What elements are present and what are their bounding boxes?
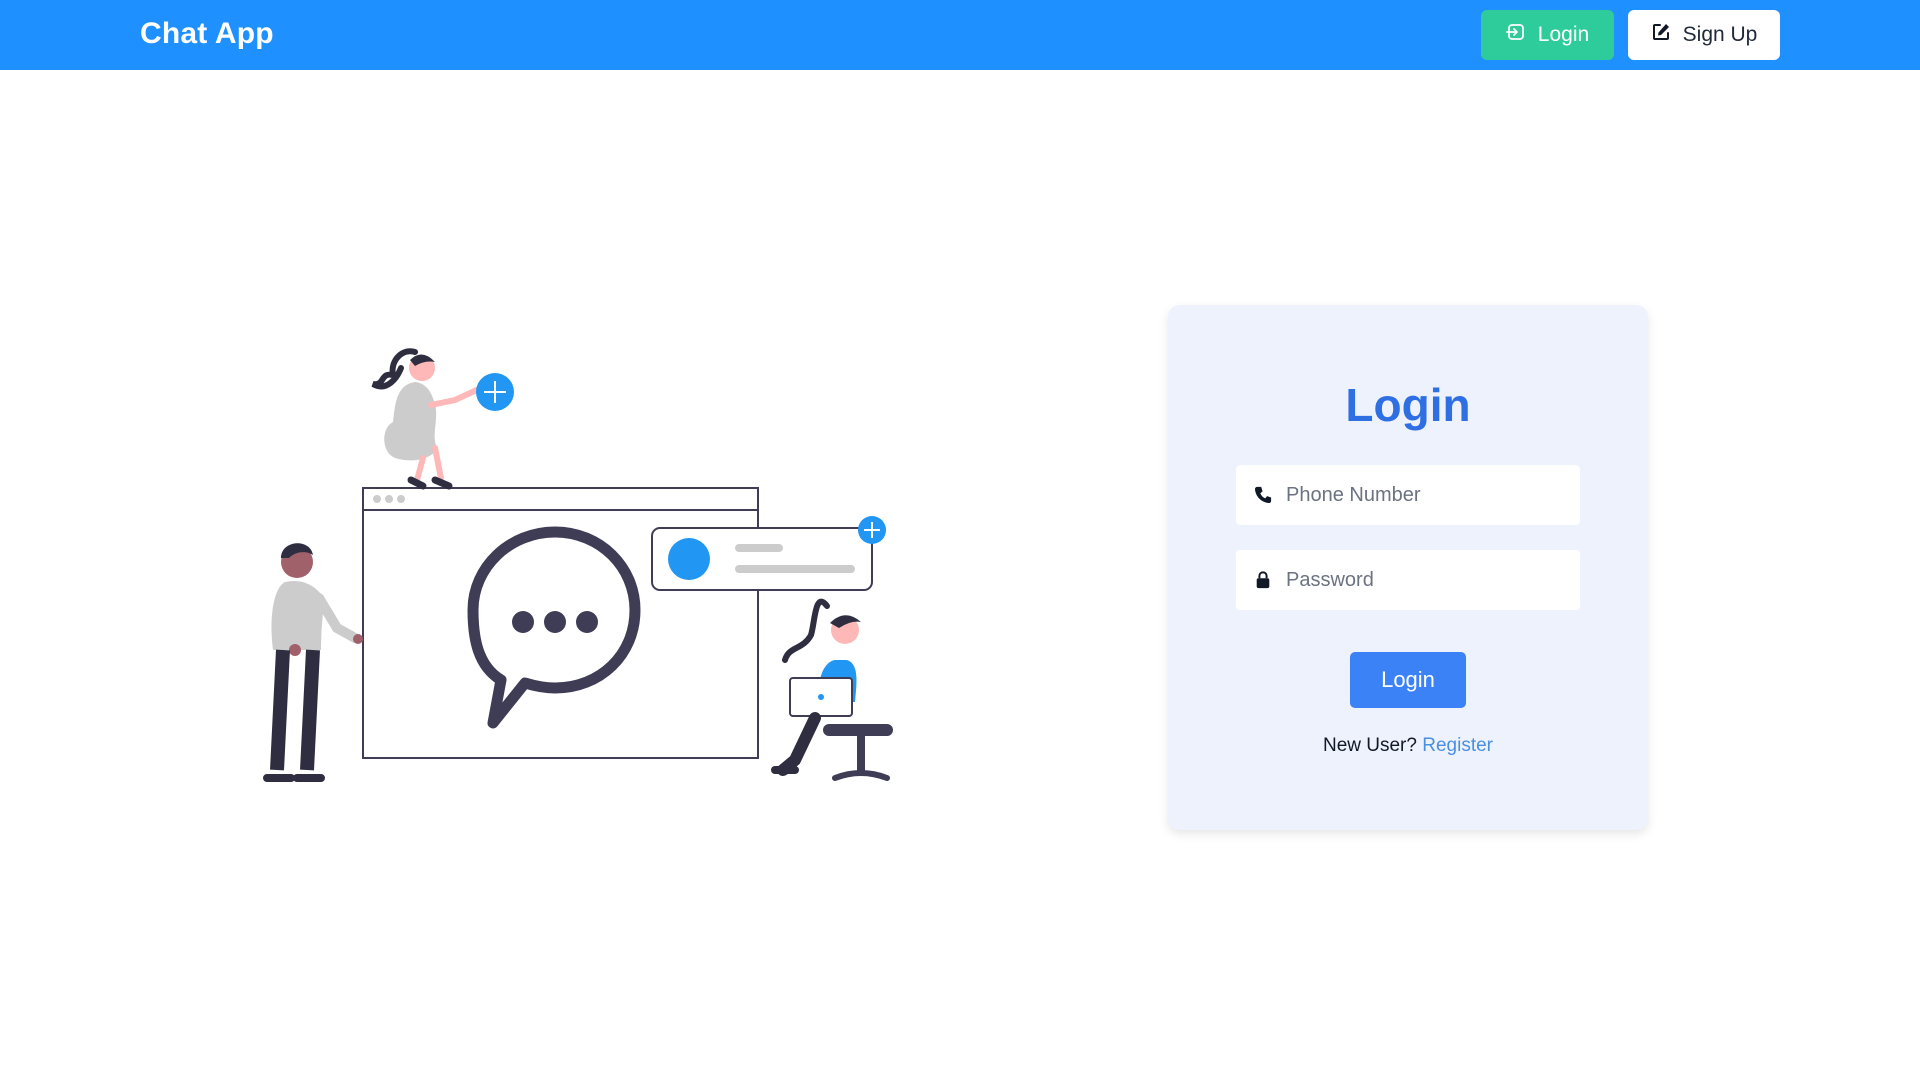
nav-login-label: Login — [1537, 23, 1590, 46]
register-prompt: New User? Register — [1168, 735, 1648, 757]
new-user-text: New User? — [1322, 735, 1417, 756]
lock-icon — [1252, 569, 1274, 591]
hero-illustration — [255, 330, 915, 800]
navbar: Chat App Login Sign Up — [0, 0, 1920, 70]
phone-icon — [1252, 484, 1274, 506]
password-input[interactable] — [1286, 560, 1566, 600]
phone-input[interactable] — [1286, 475, 1566, 515]
password-field[interactable] — [1236, 550, 1580, 610]
register-link[interactable]: Register — [1422, 735, 1493, 756]
edit-icon — [1651, 22, 1671, 48]
login-card: Login Login New User? Register — [1168, 305, 1648, 830]
nav-signup-button[interactable]: Sign Up — [1628, 10, 1780, 60]
brand-title[interactable]: Chat App — [140, 17, 274, 51]
chat-people-illustration — [263, 348, 893, 782]
nav-login-button[interactable]: Login — [1481, 10, 1614, 60]
sign-in-icon — [1505, 22, 1526, 48]
nav-signup-label: Sign Up — [1682, 23, 1758, 46]
phone-field[interactable] — [1236, 465, 1580, 525]
login-submit-button[interactable]: Login — [1350, 652, 1466, 708]
login-title: Login — [1345, 379, 1471, 431]
